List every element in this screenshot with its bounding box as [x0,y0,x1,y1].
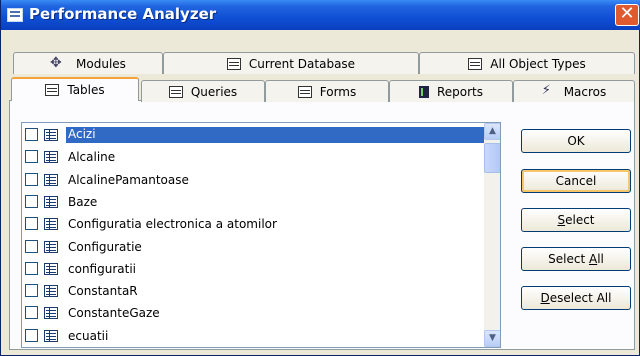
item-checkbox[interactable] [25,306,38,320]
item-label: configuratii [68,261,136,276]
table-icon [44,329,58,342]
tab-tables[interactable]: Tables [11,77,139,101]
tab-label: Current Database [248,56,356,71]
item-checkbox[interactable] [25,328,38,342]
select-all-label: Select [548,252,589,266]
item-label: Configuratia electronica a atomilor [68,217,277,232]
list-item[interactable]: Acizi [22,125,500,146]
tab-label: Tables [67,83,105,97]
deselect-all-button[interactable]: Deselect All [521,286,631,310]
select-accel: S [557,213,566,227]
scroll-up-button[interactable]: ▲ [484,123,500,140]
ok-button[interactable]: OK [521,129,631,153]
item-checkbox[interactable] [25,261,38,275]
tab-label: Modules [76,56,126,71]
database-icon [226,57,241,70]
tab-modules[interactable]: Modules [13,52,163,74]
item-label: ecuatii [68,328,109,343]
performance-analyzer-window: Performance Analyzer ✕ Modules Current D… [0,0,640,356]
vertical-scrollbar[interactable]: ▲ ▼ [484,123,500,347]
item-checkbox[interactable] [25,128,38,141]
select-label: elect [565,213,595,227]
tab-label: Queries [190,84,238,99]
item-checkbox[interactable] [25,194,38,208]
app-icon [7,8,23,22]
item-checkbox[interactable] [25,284,38,298]
tab-label: Forms [319,84,357,99]
item-label: Configuratie [68,239,142,254]
scroll-down-button[interactable]: ▼ [484,330,500,347]
item-label: Acizi [66,127,500,143]
item-label: AlcalinePamantoase [68,172,189,187]
list-item[interactable]: ConstantaR [22,281,484,302]
tab-forms[interactable]: Forms [265,80,389,102]
item-label: ConstanteGaze [68,306,160,321]
tab-reports[interactable]: Reports [389,80,513,102]
select-all-label-rest: ll [597,252,604,266]
table-icon [45,84,60,96]
scroll-thumb[interactable] [484,143,500,173]
tab-queries[interactable]: Queries [141,80,265,102]
select-button[interactable]: Select [521,208,631,232]
list-item[interactable]: ConstanteGaze [22,303,484,324]
report-icon [418,85,429,98]
all-objects-icon [468,57,483,70]
item-label: Baze [68,194,98,209]
item-checkbox[interactable] [25,150,38,164]
select-all-accel: A [588,252,598,266]
deselect-all-accel: D [540,291,550,305]
list-item[interactable]: configuratii [22,259,484,280]
item-checkbox[interactable] [25,172,38,186]
table-icon [44,240,58,253]
item-label: Alcaline [68,150,116,165]
table-icon [44,173,58,186]
form-icon [297,85,312,98]
window-title: Performance Analyzer [29,5,217,23]
item-label: ConstantaR [68,284,138,299]
select-all-button[interactable]: Select All [521,247,631,271]
tab-all-object-types[interactable]: All Object Types [419,52,635,74]
table-icon [44,262,58,275]
object-list[interactable]: Acizi Alcaline AlcalinePamantoase Baze Confi… [21,122,501,348]
table-icon [44,285,58,298]
deselect-all-label: eselect All [549,291,612,305]
table-icon [44,218,58,231]
macro-icon [542,83,556,98]
tab-label: Macros [563,84,607,99]
list-item[interactable]: Configuratia electronica a atomilor [22,214,484,235]
tab-label: All Object Types [490,56,586,71]
table-icon [44,129,58,141]
tab-current-database[interactable]: Current Database [163,52,419,74]
item-checkbox[interactable] [25,217,38,231]
list-item[interactable]: Configuratie [22,237,484,258]
title-bar: Performance Analyzer ✕ [1,0,640,30]
table-icon [44,151,58,164]
item-checkbox[interactable] [25,239,38,253]
close-button[interactable]: ✕ [615,4,639,26]
modules-icon [50,55,68,71]
cancel-button[interactable]: Cancel [521,169,631,193]
table-icon [44,307,58,320]
list-item[interactable]: Baze [22,192,484,213]
query-icon [168,85,183,98]
list-item[interactable]: Alcaline [22,147,484,168]
table-icon [44,195,58,208]
list-item[interactable]: ecuatii [22,326,484,347]
tab-macros[interactable]: Macros [513,80,635,102]
tab-label: Reports [436,84,484,99]
list-item[interactable]: AlcalinePamantoase [22,170,484,191]
